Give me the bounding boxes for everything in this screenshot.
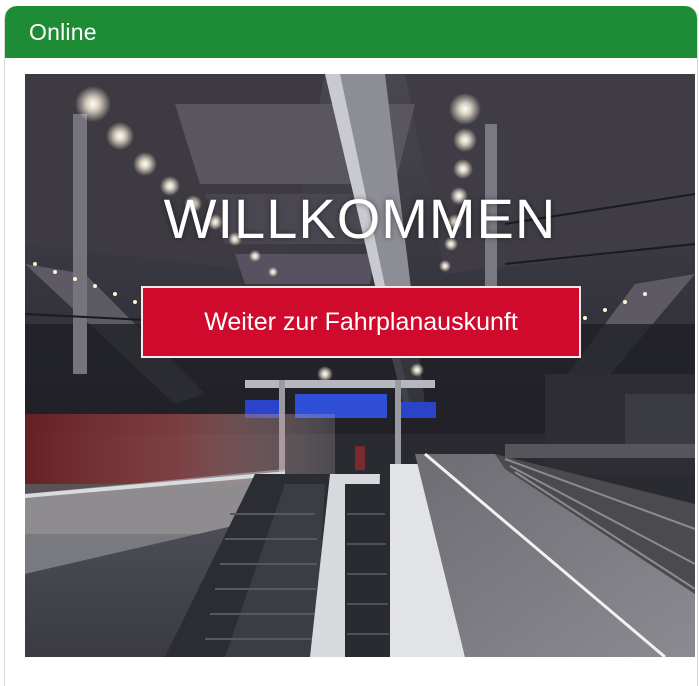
panel-title: Online [29, 18, 97, 45]
timetable-info-button[interactable]: Weiter zur Fahrplanauskunft [141, 286, 581, 358]
welcome-heading: WILLKOMMEN [163, 187, 557, 250]
panel-bottom [5, 662, 697, 686]
panel-header: Online [5, 6, 697, 58]
train-station-photo [25, 74, 695, 657]
online-panel: Online WILLKOMMEN Weiter zur Fahrplanaus… [4, 6, 698, 686]
hero-banner: WILLKOMMEN Weiter zur Fahrplanauskunft [25, 74, 695, 657]
